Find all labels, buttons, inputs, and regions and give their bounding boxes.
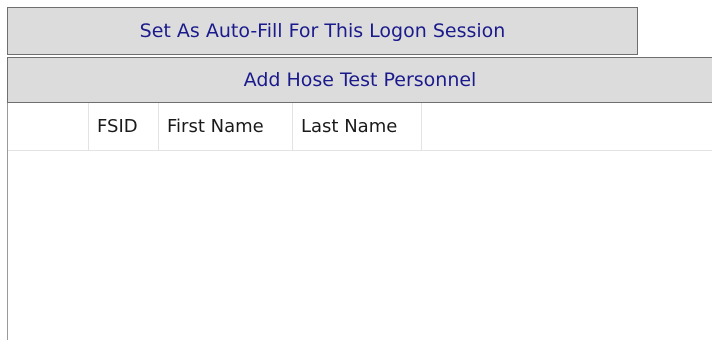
add-hose-test-personnel-button-label: Add Hose Test Personnel bbox=[243, 69, 477, 91]
column-header-fsid-label: FSID bbox=[97, 116, 138, 137]
column-header-first-name-label: First Name bbox=[167, 116, 264, 137]
column-header-first-name[interactable]: First Name bbox=[159, 103, 293, 150]
hose-test-personnel-panel: Set As Auto-Fill For This Logon Session … bbox=[0, 0, 712, 340]
row-header-corner[interactable] bbox=[8, 103, 89, 150]
add-hose-test-personnel-button[interactable]: Add Hose Test Personnel bbox=[7, 57, 712, 103]
column-header-fsid[interactable]: FSID bbox=[89, 103, 159, 150]
grid-body[interactable] bbox=[8, 151, 712, 340]
set-autofill-button-label: Set As Auto-Fill For This Logon Session bbox=[139, 20, 506, 42]
personnel-grid[interactable]: FSID First Name Last Name bbox=[7, 103, 712, 340]
grid-header-row: FSID First Name Last Name bbox=[8, 103, 712, 151]
column-header-last-name-label: Last Name bbox=[301, 116, 398, 137]
column-header-last-name[interactable]: Last Name bbox=[293, 103, 422, 150]
set-autofill-button[interactable]: Set As Auto-Fill For This Logon Session bbox=[7, 7, 638, 55]
